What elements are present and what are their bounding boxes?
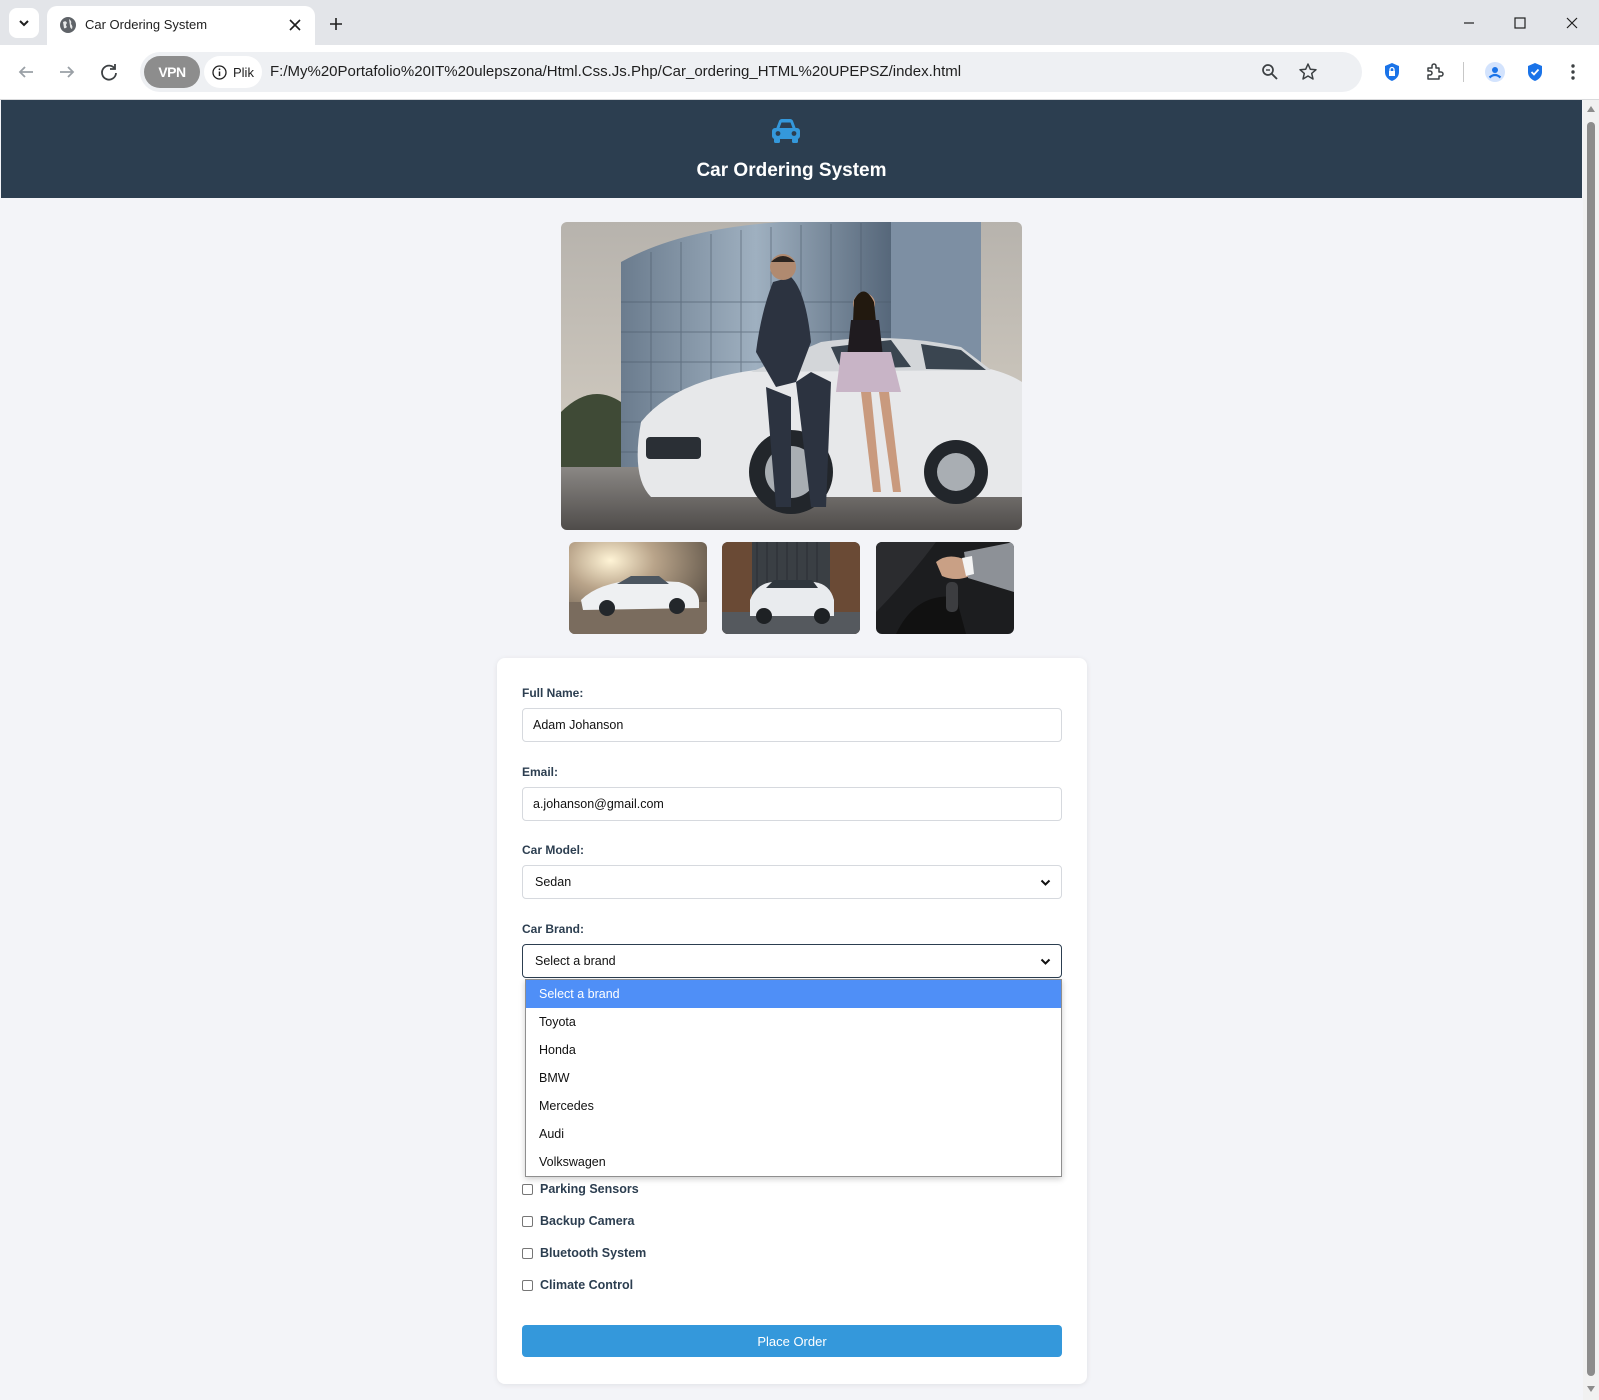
thumbnail-photo-suv: [722, 542, 860, 634]
backup-camera-label: Backup Camera: [540, 1214, 635, 1228]
thumbnail-2[interactable]: [722, 542, 860, 634]
arrow-left-icon: [18, 66, 33, 78]
puzzle-icon: [1427, 63, 1444, 80]
full-name-label: Full Name:: [522, 686, 584, 700]
brand-option-select[interactable]: Select a brand: [526, 980, 1061, 1008]
avatar-icon: [1485, 62, 1505, 82]
maximize-icon: [1514, 17, 1526, 29]
star-icon: [1299, 63, 1317, 80]
climate-control-label: Climate Control: [540, 1278, 634, 1292]
chevron-down-icon: [1040, 958, 1051, 965]
bluetooth-system-label: Bluetooth System: [540, 1246, 647, 1260]
chevron-down-icon: [1040, 879, 1051, 886]
security-extension-button[interactable]: [1519, 56, 1551, 88]
full-name-input[interactable]: Adam Johanson: [522, 708, 1062, 742]
globe-icon: [60, 17, 76, 33]
maximize-button[interactable]: [1503, 8, 1537, 38]
car-brand-dropdown: Select a brand Toyota Honda BMW Mercedes…: [525, 979, 1062, 1177]
close-icon: [1566, 17, 1578, 29]
thumbnail-1[interactable]: [569, 542, 707, 634]
extension-privacy-button[interactable]: [1376, 56, 1408, 88]
browser-tab-bar: Car Ordering System: [0, 0, 1599, 45]
plus-icon: [330, 18, 342, 30]
tab-close-button[interactable]: [284, 14, 306, 36]
brand-option-volkswagen[interactable]: Volkswagen: [526, 1148, 1061, 1176]
car-model-label: Car Model:: [522, 843, 585, 857]
toolbar-separator: [1463, 62, 1464, 82]
email-label: Email:: [522, 765, 559, 779]
profile-button[interactable]: [1479, 56, 1511, 88]
thumbnail-photo-gear-shifter: [876, 542, 1014, 634]
tab-search-button[interactable]: [9, 8, 39, 38]
car-brand-label: Car Brand:: [522, 922, 585, 936]
arrow-right-icon: [60, 66, 75, 78]
info-icon: [212, 64, 227, 80]
site-info-label: Plik: [233, 64, 254, 80]
close-icon: [289, 19, 301, 31]
place-order-label: Place Order: [757, 1333, 827, 1349]
browser-toolbar: VPN Plik F:/My%20Portafolio%20IT%20uleps…: [0, 45, 1599, 100]
minimize-icon: [1464, 22, 1474, 24]
shield-check-icon: [1528, 63, 1542, 81]
extra-backup-camera[interactable]: Backup Camera: [522, 1214, 635, 1228]
back-button[interactable]: [9, 55, 43, 89]
extra-parking-sensors[interactable]: Parking Sensors: [522, 1182, 639, 1196]
brand-option-audi[interactable]: Audi: [526, 1120, 1061, 1148]
email-input[interactable]: a.johanson@gmail.com: [522, 787, 1062, 821]
page-scrollbar[interactable]: [1583, 100, 1599, 1400]
parking-sensors-checkbox[interactable]: [522, 1183, 533, 1195]
scrollbar-thumb[interactable]: [1587, 122, 1595, 1376]
thumbnail-3[interactable]: [876, 542, 1014, 634]
extra-bluetooth-system[interactable]: Bluetooth System: [522, 1246, 646, 1260]
address-bar[interactable]: VPN Plik F:/My%20Portafolio%20IT%20uleps…: [140, 52, 1362, 92]
browser-menu-button[interactable]: [1557, 56, 1589, 88]
forward-button[interactable]: [50, 55, 84, 89]
page-viewport: Car Ordering System Full Name: Adam Joha…: [1, 100, 1582, 1400]
reload-icon: [101, 64, 117, 81]
new-tab-button[interactable]: [322, 10, 350, 38]
extensions-button[interactable]: [1418, 56, 1450, 88]
shield-lock-icon: [1385, 63, 1399, 81]
zoom-button[interactable]: [1256, 58, 1284, 86]
car-model-select[interactable]: Sedan: [522, 865, 1062, 899]
thumbnail-photo-coupe: [569, 542, 707, 634]
backup-camera-checkbox[interactable]: [522, 1215, 533, 1227]
site-info-chip[interactable]: Plik: [204, 56, 262, 88]
scroll-down-arrow[interactable]: [1587, 1386, 1595, 1392]
car-model-value: Sedan: [535, 875, 572, 889]
bookmark-button[interactable]: [1294, 58, 1322, 86]
brand-option-bmw[interactable]: BMW: [526, 1064, 1061, 1092]
full-name-value: Adam Johanson: [533, 718, 624, 732]
car-icon: [772, 119, 800, 143]
page-title: Car Ordering System: [696, 160, 887, 181]
window-close-button[interactable]: [1555, 8, 1589, 38]
tab-title: Car Ordering System: [85, 17, 208, 32]
zoom-icon: [1262, 64, 1278, 80]
chevron-down-icon: [19, 20, 29, 27]
minimize-button[interactable]: [1452, 8, 1486, 38]
browser-tab[interactable]: Car Ordering System: [47, 6, 315, 45]
brand-option-mercedes[interactable]: Mercedes: [526, 1092, 1061, 1120]
brand-option-toyota[interactable]: Toyota: [526, 1008, 1061, 1036]
more-vertical-icon: [1571, 64, 1575, 80]
reload-button[interactable]: [92, 55, 126, 89]
email-value: a.johanson@gmail.com: [533, 797, 664, 811]
vpn-badge[interactable]: VPN: [144, 56, 200, 88]
site-header: Car Ordering System: [1, 100, 1582, 198]
extra-climate-control[interactable]: Climate Control: [522, 1278, 633, 1292]
bluetooth-system-checkbox[interactable]: [522, 1247, 533, 1259]
brand-option-honda[interactable]: Honda: [526, 1036, 1061, 1064]
climate-control-checkbox[interactable]: [522, 1279, 533, 1291]
parking-sensors-label: Parking Sensors: [540, 1182, 639, 1196]
hero-image: [561, 222, 1022, 530]
vpn-label: VPN: [158, 64, 186, 80]
place-order-button[interactable]: Place Order: [522, 1325, 1062, 1357]
car-brand-select[interactable]: Select a brand: [522, 944, 1062, 978]
car-brand-value: Select a brand: [535, 954, 616, 968]
scroll-up-arrow[interactable]: [1587, 106, 1595, 112]
url-text[interactable]: F:/My%20Portafolio%20IT%20ulepszona/Html…: [270, 63, 961, 80]
hero-photo: [561, 222, 1022, 530]
